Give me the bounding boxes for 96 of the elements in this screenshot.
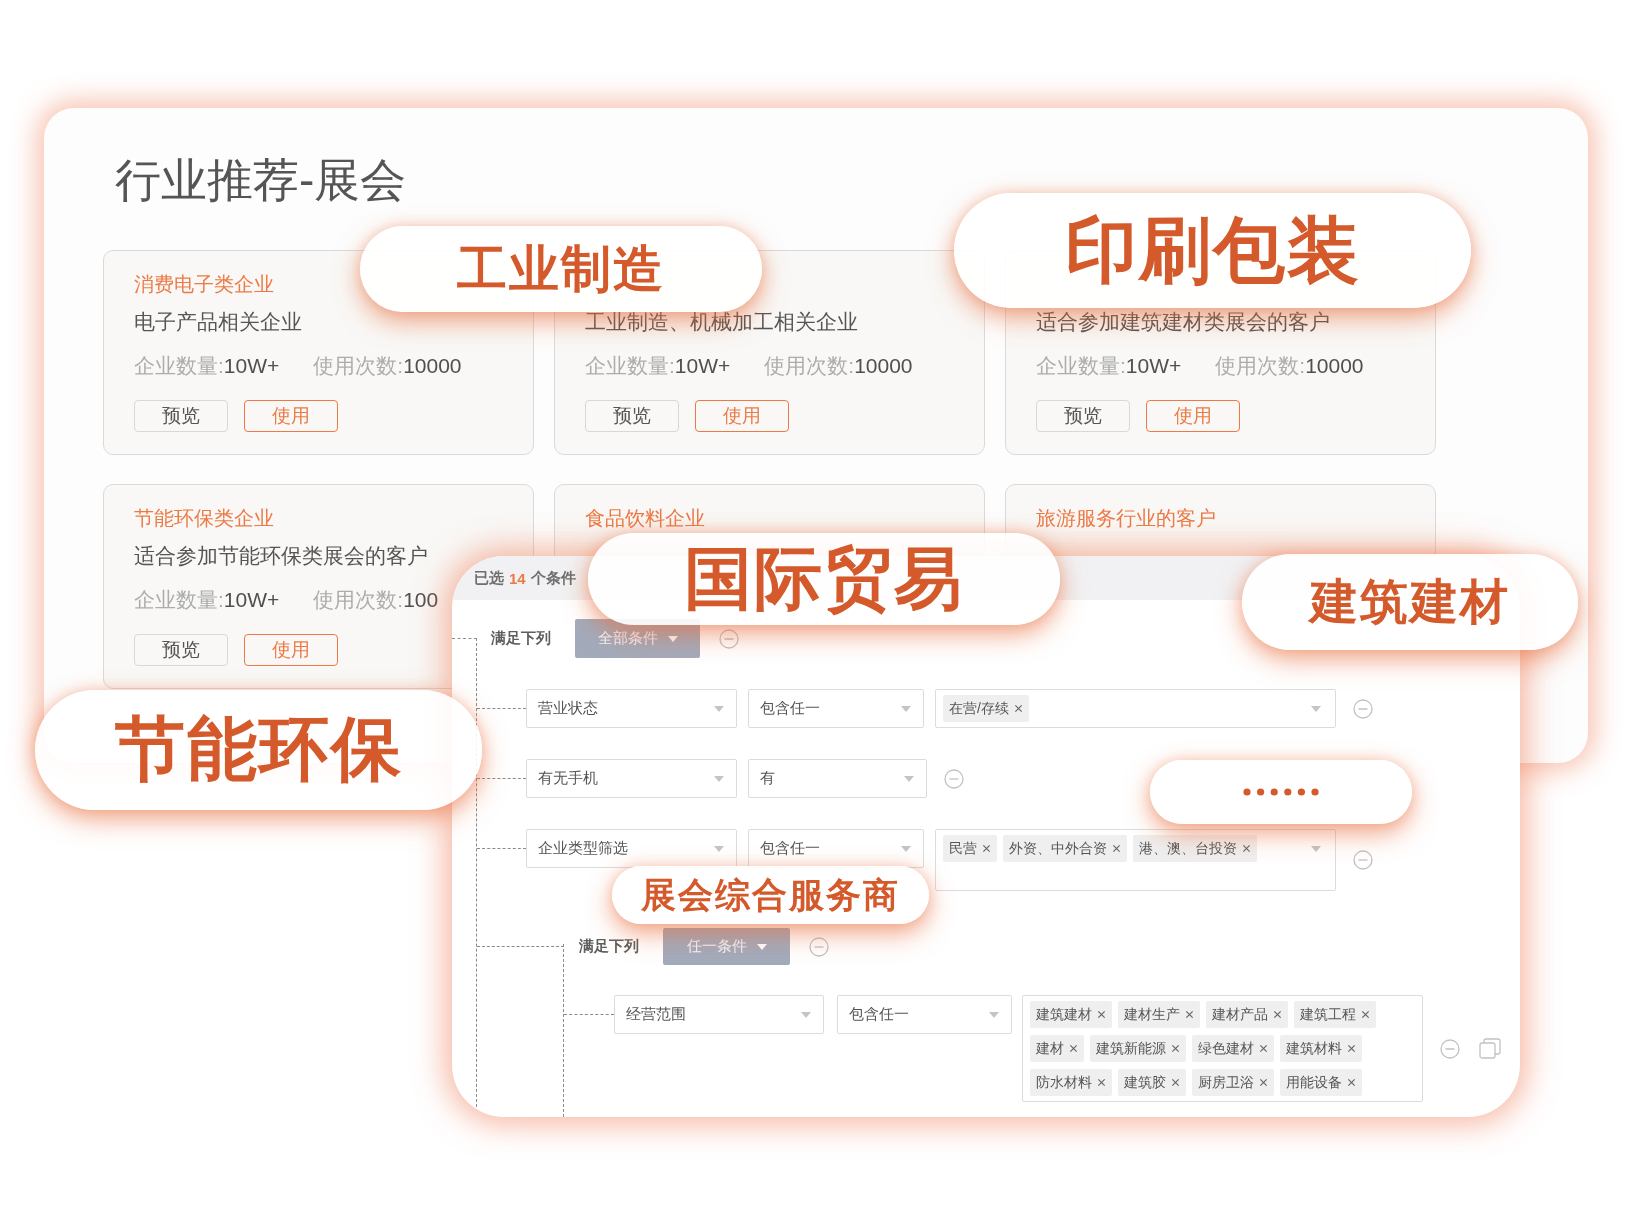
field-select[interactable]: 经营范围 xyxy=(614,995,824,1034)
industry-tag: 节能环保 xyxy=(35,690,482,810)
filter-tag[interactable]: 防水材料 xyxy=(1030,1069,1112,1096)
close-icon[interactable] xyxy=(1097,1078,1106,1087)
preview-button[interactable]: 预览 xyxy=(585,400,679,432)
filter-tag[interactable]: 民营 xyxy=(943,835,997,862)
close-icon[interactable] xyxy=(1259,1078,1268,1087)
close-icon[interactable] xyxy=(1171,1044,1180,1053)
field-select[interactable]: 有无手机 xyxy=(526,759,737,798)
filter-tag[interactable]: 绿色建材 xyxy=(1192,1035,1274,1062)
caret-icon xyxy=(904,775,914,782)
close-icon[interactable] xyxy=(982,844,991,853)
caret-icon xyxy=(1311,706,1321,712)
industry-tag: 国际贸易 xyxy=(588,533,1060,625)
tag-input-field[interactable]: 在营/存续 xyxy=(935,689,1336,728)
close-icon[interactable] xyxy=(1242,844,1251,853)
close-icon[interactable] xyxy=(1069,1044,1078,1053)
stat-value: 10000 xyxy=(854,353,913,379)
tag-input-field[interactable]: 民营 外资、中外合资 港、澳、台投资 xyxy=(935,829,1336,891)
stat-value: 10000 xyxy=(403,353,462,379)
card-description: 电子产品相关企业 xyxy=(134,309,302,335)
stat-value: 10W+ xyxy=(1125,353,1182,379)
card-title: 节能环保类企业 xyxy=(134,506,274,531)
card-description: 工业制造、机械加工相关企业 xyxy=(585,309,858,335)
industry-tag: 印刷包装 xyxy=(954,193,1471,308)
caret-icon xyxy=(714,775,724,782)
stat-label: 使用次数: xyxy=(313,353,404,379)
caret-icon xyxy=(714,845,724,852)
card-title: 食品饮料企业 xyxy=(585,506,705,531)
filter-tag[interactable]: 外资、中外合资 xyxy=(1003,835,1127,862)
filter-tag[interactable]: 建筑材料 xyxy=(1280,1035,1362,1062)
close-icon[interactable] xyxy=(1171,1078,1180,1087)
close-icon[interactable] xyxy=(1347,1044,1356,1053)
industry-tag: 展会综合服务商 xyxy=(612,866,929,924)
caret-icon xyxy=(901,845,911,852)
filter-tag[interactable]: 建筑胶 xyxy=(1118,1069,1186,1096)
close-icon[interactable] xyxy=(1185,1010,1194,1019)
value-select[interactable]: 有 xyxy=(748,759,927,798)
close-icon[interactable] xyxy=(1259,1044,1268,1053)
stat-value: 10W+ xyxy=(674,353,731,379)
card-description: 适合参加节能环保类展会的客户 xyxy=(134,543,428,569)
close-icon[interactable] xyxy=(1112,844,1121,853)
caret-icon xyxy=(756,943,767,950)
stat-label: 使用次数: xyxy=(1215,353,1306,379)
card-description: 适合参加建筑建材类展会的客户 xyxy=(1036,309,1330,335)
stat-label: 使用次数: xyxy=(313,587,404,613)
close-icon[interactable] xyxy=(1013,704,1023,713)
match-label: 满足下列 xyxy=(491,629,552,648)
field-select[interactable]: 企业类型筛选 xyxy=(526,829,737,868)
filter-tag[interactable]: 建筑工程 xyxy=(1294,1001,1376,1028)
caret-icon xyxy=(801,1011,811,1018)
caret-icon xyxy=(1311,846,1321,852)
caret-icon xyxy=(989,1011,999,1018)
ellipsis-icon xyxy=(1243,788,1319,796)
close-icon[interactable] xyxy=(1361,1010,1370,1019)
filter-tag[interactable]: 在营/存续 xyxy=(943,695,1029,722)
stat-value: 100 xyxy=(403,587,439,613)
operator-select[interactable]: 包含任一 xyxy=(837,995,1012,1034)
filter-tag[interactable]: 用能设备 xyxy=(1280,1069,1362,1096)
caret-icon xyxy=(714,705,724,712)
match-label: 满足下列 xyxy=(579,937,640,956)
filter-tag[interactable]: 建筑建材 xyxy=(1030,1001,1112,1028)
selected-count: 14 xyxy=(509,569,526,587)
stat-label: 使用次数: xyxy=(764,353,855,379)
industry-tag: 建筑建材 xyxy=(1242,554,1578,650)
filter-tag[interactable]: 建材产品 xyxy=(1206,1001,1288,1028)
close-icon[interactable] xyxy=(1097,1010,1106,1019)
caret-icon xyxy=(667,635,678,642)
stat-label: 企业数量: xyxy=(1036,353,1126,379)
field-select[interactable]: 营业状态 xyxy=(526,689,737,728)
filter-tag[interactable]: 建材 xyxy=(1030,1035,1084,1062)
stat-value: 10000 xyxy=(1305,353,1364,379)
operator-select[interactable]: 包含任一 xyxy=(748,829,924,868)
filter-tag[interactable]: 建筑新能源 xyxy=(1090,1035,1186,1062)
industry-tag: 工业制造 xyxy=(360,226,762,312)
filter-tag[interactable]: 厨房卫浴 xyxy=(1192,1069,1274,1096)
stat-value: 10W+ xyxy=(223,587,280,613)
filter-tag[interactable]: 港、澳、台投资 xyxy=(1133,835,1257,862)
preview-button[interactable]: 预览 xyxy=(1036,400,1130,432)
preview-button[interactable]: 预览 xyxy=(134,400,228,432)
card-title: 旅游服务行业的客户 xyxy=(1036,506,1216,531)
close-icon[interactable] xyxy=(1347,1078,1356,1087)
selected-label: 已选 xyxy=(474,568,504,588)
operator-select[interactable]: 包含任一 xyxy=(748,689,924,728)
stat-label: 企业数量: xyxy=(134,587,224,613)
tag-input-field[interactable]: 建筑建材 建材生产 建材产品 建筑工程 建材 建筑新能源 绿色建材 建筑材料 防水材料 建筑胶 厨房卫浴 用能设备 xyxy=(1022,995,1423,1102)
preview-button[interactable]: 预览 xyxy=(134,634,228,666)
filter-tag[interactable]: 建材生产 xyxy=(1118,1001,1200,1028)
stat-label: 企业数量: xyxy=(585,353,675,379)
close-icon[interactable] xyxy=(1273,1010,1282,1019)
stat-label: 企业数量: xyxy=(134,353,224,379)
card-title: 消费电子类企业 xyxy=(134,272,274,297)
page-title: 行业推荐-展会 xyxy=(114,153,407,208)
stat-value: 10W+ xyxy=(223,353,280,379)
caret-icon xyxy=(901,705,911,712)
selected-label: 个条件 xyxy=(530,568,576,588)
